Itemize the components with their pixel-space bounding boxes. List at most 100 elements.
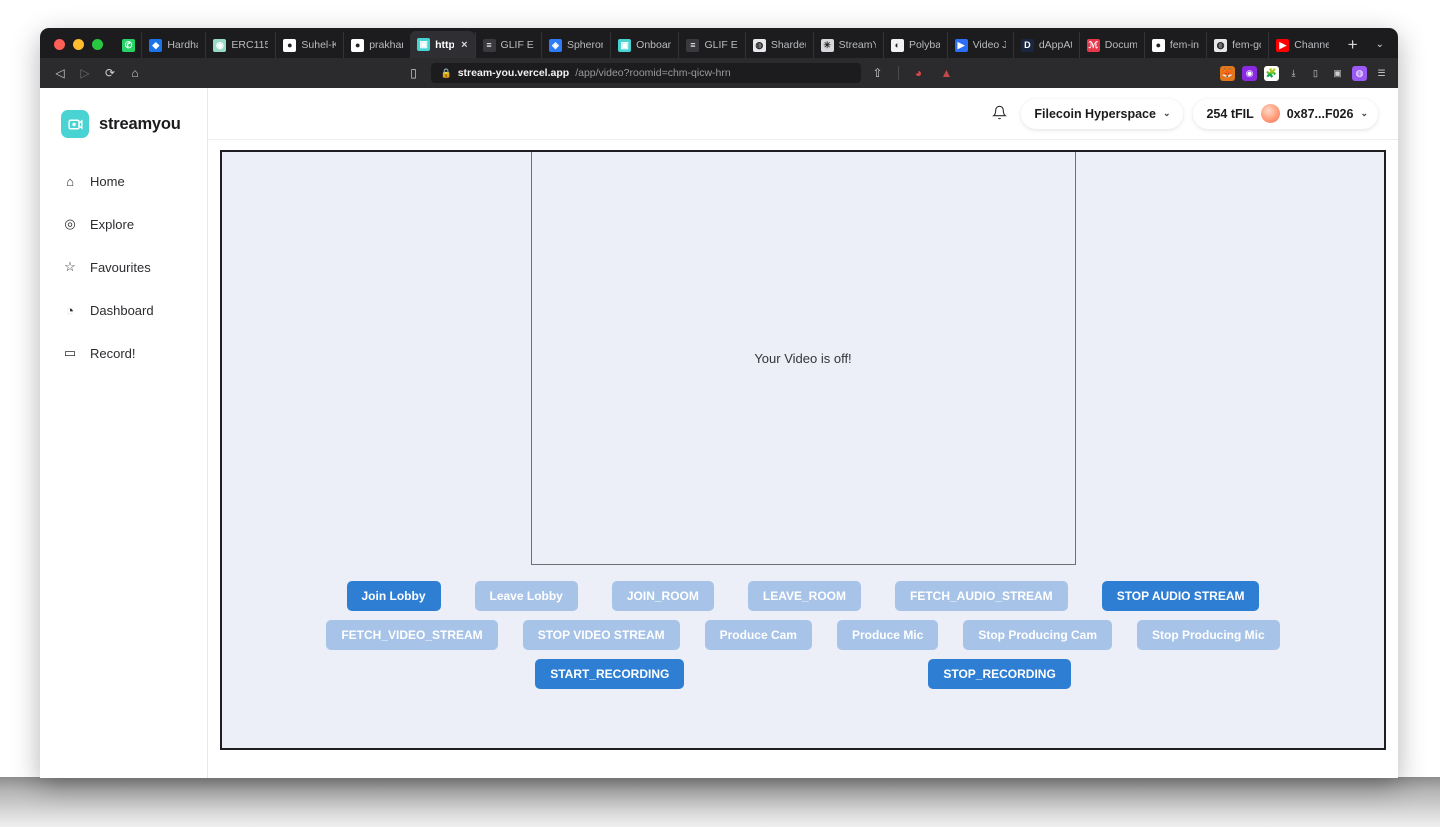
browser-tab[interactable]: ●prakhar72 (343, 32, 410, 58)
browser-tab[interactable]: ◈Spheron N (541, 32, 610, 58)
browser-tab-label: Shardeum (771, 39, 806, 51)
forward-icon[interactable]: ▷ (74, 62, 96, 84)
chevron-down-icon: ⌄ (1360, 108, 1368, 119)
video-camera-icon: ▭ (62, 345, 78, 361)
spheron-icon: ◈ (549, 39, 562, 52)
fetch-video-stream-button[interactable]: FETCH_VIDEO_STREAM (326, 620, 497, 650)
brave-shields-icon[interactable]: ◕ (908, 62, 930, 84)
close-window-button[interactable] (54, 39, 65, 50)
browser-tab[interactable]: ▶Channel d (1268, 32, 1335, 58)
sidebar-item-dashboard[interactable]: ◔ Dashboard (40, 293, 207, 327)
produce-mic-button[interactable]: Produce Mic (837, 620, 938, 650)
browser-tab[interactable]: ≡GLIF Expl (475, 32, 541, 58)
sidebar-icon[interactable]: ▯ (1308, 66, 1323, 81)
sidebar-item-favourites[interactable]: ☆Favourites (40, 250, 207, 284)
control-row-2: FETCH_VIDEO_STREAM STOP VIDEO STREAM Produ… (222, 620, 1384, 650)
github-icon: ● (1152, 39, 1165, 52)
close-icon[interactable]: × (461, 39, 467, 51)
share-icon[interactable]: ⇧ (867, 62, 889, 84)
minimize-window-button[interactable] (73, 39, 84, 50)
sidebar-item-label: Record! (90, 346, 136, 361)
profile-avatar[interactable]: ◍ (1352, 66, 1367, 81)
metamask-extension[interactable]: 🦊 (1220, 66, 1235, 81)
gauge-icon: ◔ (62, 302, 78, 318)
maximize-window-button[interactable] (92, 39, 103, 50)
wallet-extension[interactable]: ◉ (1242, 66, 1257, 81)
streamyou-icon: ▣ (417, 38, 430, 51)
lock-icon: 🔒 (441, 68, 452, 79)
browser-tab[interactable]: ▶Video Jan (947, 32, 1013, 58)
browser-extensions: 🦊 ◉ 🧩 ⤓ ▯ ▣ ◍ ☰ (1214, 66, 1389, 81)
home-icon: ⌂ (62, 173, 78, 189)
brand-logo[interactable]: streamyou (40, 110, 207, 138)
browser-tab-label: Polybase (909, 39, 940, 51)
downloads-icon[interactable]: ⤓ (1286, 66, 1301, 81)
reader-mode-icon[interactable]: ▯ (403, 62, 425, 84)
browser-tab[interactable]: ≡GLIF Expl (678, 32, 744, 58)
browser-tab[interactable]: ●fem-intro (1144, 32, 1206, 58)
leave-room-button[interactable]: LEAVE_ROOM (748, 581, 861, 611)
stop-producing-mic-button[interactable]: Stop Producing Mic (1137, 620, 1280, 650)
browser-toolbar: ◁ ▷ ⟳ ⌂ ▯ 🔒 stream-you.vercel.app /app/v… (40, 58, 1398, 88)
video-stage: Your Video is off! Join Lobby Leave Lobby… (220, 150, 1386, 750)
browser-tab[interactable]: ✳StreamYou (813, 32, 883, 58)
browser-tab[interactable]: DdAppAtho (1013, 32, 1079, 58)
stop-audio-stream-button[interactable]: STOP AUDIO STREAM (1102, 581, 1260, 611)
page-content: Your Video is off! Join Lobby Leave Lobby… (208, 140, 1398, 778)
browser-tab-label: Documen (1105, 39, 1137, 51)
browser-tab[interactable]: ◍fem-go-fi (1206, 32, 1268, 58)
browser-tab[interactable]: ▣Onboardin (610, 32, 678, 58)
tab-list-chevron-icon[interactable]: ⌄ (1370, 39, 1398, 58)
bell-icon[interactable] (992, 105, 1007, 123)
toolbar-divider (898, 66, 899, 80)
back-icon[interactable]: ◁ (49, 62, 71, 84)
produce-cam-button[interactable]: Produce Cam (705, 620, 812, 650)
browser-tab-label: GLIF Expl (501, 39, 534, 51)
sidebar-item-record[interactable]: ▭ Record! (40, 336, 207, 370)
join-room-button[interactable]: JOIN_ROOM (612, 581, 714, 611)
browser-tab-label: Channel d (1294, 39, 1328, 51)
join-lobby-button[interactable]: Join Lobby (347, 581, 441, 611)
browser-tab[interactable]: ● Suhel-Kaz (275, 32, 343, 58)
reload-icon[interactable]: ⟳ (99, 62, 121, 84)
stop-recording-button[interactable]: STOP_RECORDING (928, 659, 1070, 689)
window-traffic-lights (46, 39, 113, 58)
browser-tab[interactable]: ◉ERC1155 ( (205, 32, 275, 58)
sidebar-item-home[interactable]: ⌂Home (40, 164, 207, 198)
browser-tab-label: Suhel-Kaz (301, 39, 336, 51)
browser-tab[interactable]: ✆ (113, 32, 141, 58)
browser-tab-label: GLIF Expl (704, 39, 737, 51)
url-path: /app/video?roomid=chm-qicw-hrn (575, 67, 731, 79)
browser-tab[interactable]: ℳDocumen (1079, 32, 1144, 58)
new-tab-button[interactable]: + (1336, 36, 1370, 58)
menu-icon[interactable]: ☰ (1374, 66, 1389, 81)
main-area: Filecoin Hyperspace ⌄ 254 tFIL 0x87...F0… (208, 88, 1398, 778)
avatar-icon (1261, 104, 1280, 123)
web-page: streamyou ⌂Home ◎Explore ☆Favourites ◔ Dashb… (40, 88, 1398, 778)
wallet-address: 0x87...F026 (1287, 107, 1354, 121)
home-icon[interactable]: ⌂ (124, 62, 146, 84)
network-selector[interactable]: Filecoin Hyperspace ⌄ (1021, 99, 1183, 129)
browser-tab[interactable]: ▣https:/× (410, 31, 474, 58)
browser-tab[interactable]: ◆Hardhat - (141, 32, 205, 58)
sidebar-item-label: Dashboard (90, 303, 154, 318)
chevron-down-icon: ⌄ (1163, 108, 1171, 119)
leave-lobby-button[interactable]: Leave Lobby (475, 581, 578, 611)
browser-tab[interactable]: ◍ Shardeum (745, 32, 813, 58)
github-icon: ● (283, 39, 296, 52)
sidebar-item-explore[interactable]: ◎Explore (40, 207, 207, 241)
address-bar[interactable]: 🔒 stream-you.vercel.app /app/video?roomi… (431, 63, 861, 83)
start-recording-button[interactable]: START_RECORDING (535, 659, 684, 689)
browser-tab[interactable]: ◐Polybase (883, 32, 947, 58)
browser-tab-label: StreamYou (839, 39, 876, 51)
fetch-audio-stream-button[interactable]: FETCH_AUDIO_STREAM (895, 581, 1068, 611)
puzzle-extension[interactable]: 🧩 (1264, 66, 1279, 81)
stop-producing-cam-button[interactable]: Stop Producing Cam (963, 620, 1112, 650)
brave-rewards-icon[interactable]: ▲ (936, 62, 958, 84)
video-preview: Your Video is off! (531, 152, 1076, 565)
shardeum-icon: ◍ (753, 39, 766, 52)
collections-icon[interactable]: ▣ (1330, 66, 1345, 81)
stop-video-stream-button[interactable]: STOP VIDEO STREAM (523, 620, 680, 650)
browser-tabs: ✆◆Hardhat -◉ERC1155 ( ● Suhel-Kaz ●prakhar7… (113, 28, 1336, 58)
wallet-chip[interactable]: 254 tFIL 0x87...F026 ⌄ (1193, 99, 1378, 129)
